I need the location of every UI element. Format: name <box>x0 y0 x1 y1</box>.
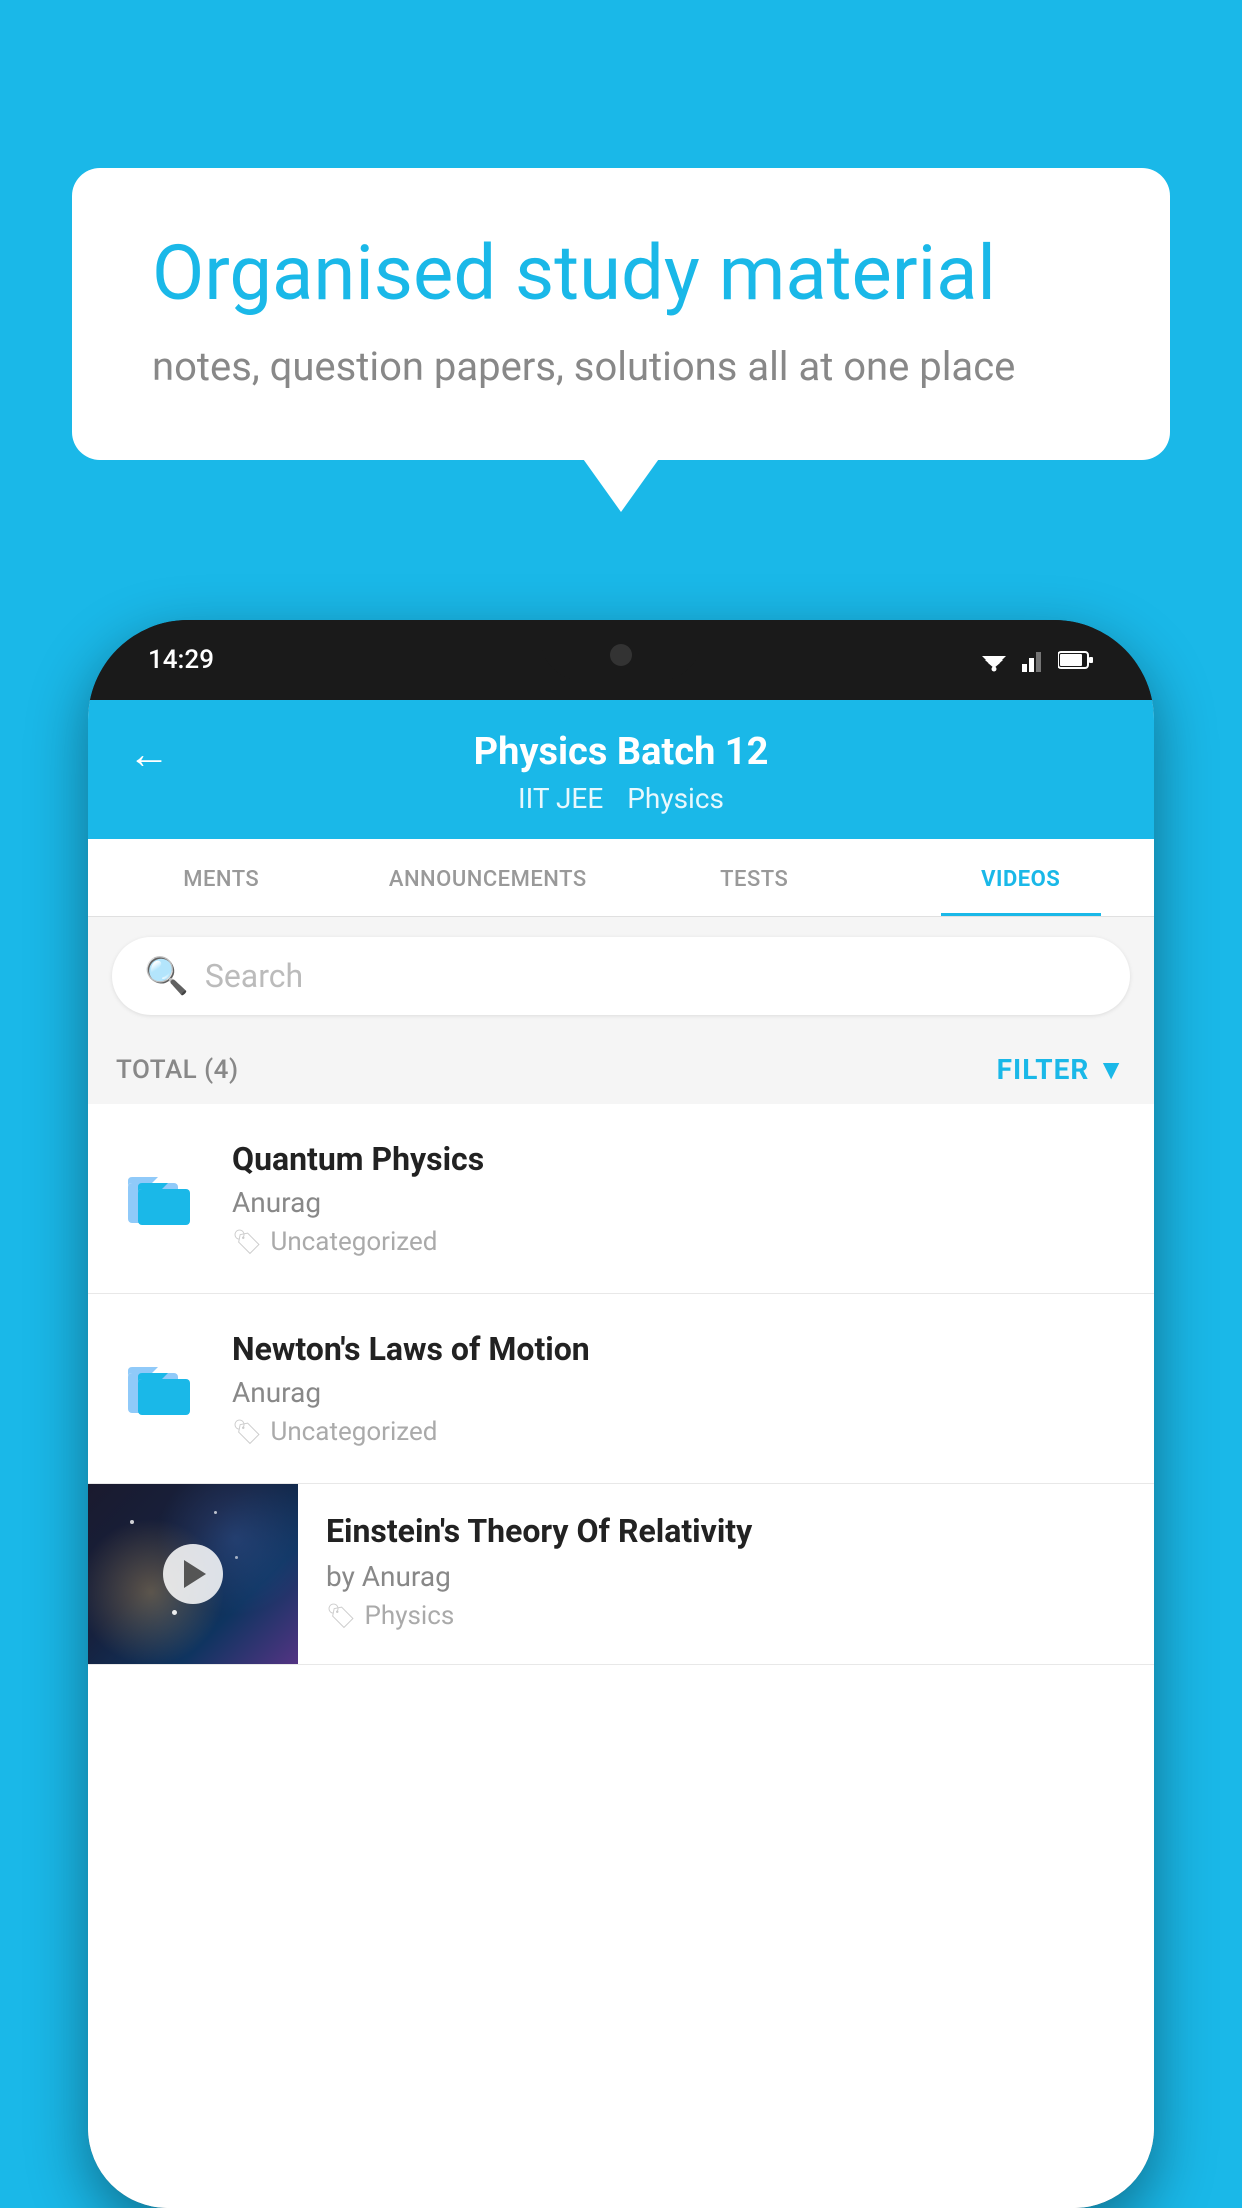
filter-bar: TOTAL (4) FILTER ▼ <box>88 1035 1154 1104</box>
item-tag: 🏷 Uncategorized <box>232 1417 1126 1447</box>
item-info: Newton's Laws of Motion Anurag 🏷 Uncateg… <box>232 1330 1126 1447</box>
phone-frame: 14:29 <box>88 620 1154 2208</box>
tab-announcements[interactable]: ANNOUNCEMENTS <box>355 839 622 916</box>
video-tag: 🏷 Physics <box>326 1601 1126 1631</box>
speech-bubble: Organised study material notes, question… <box>72 168 1170 460</box>
tag-label: Uncategorized <box>270 1227 437 1257</box>
video-info: Einstein's Theory Of Relativity by Anura… <box>298 1484 1154 1659</box>
item-author: Anurag <box>232 1376 1126 1409</box>
header-subtitles: IIT JEE Physics <box>518 782 724 815</box>
status-icons <box>978 648 1094 672</box>
search-bar[interactable]: 🔍 Search <box>112 937 1130 1015</box>
tag-icon: 🏷 <box>232 1418 262 1446</box>
item-title: Newton's Laws of Motion <box>232 1330 1126 1368</box>
tag-label: Uncategorized <box>270 1417 437 1447</box>
wifi-icon <box>978 648 1010 672</box>
app-header: ← Physics Batch 12 IIT JEE Physics <box>88 700 1154 839</box>
camera-dot <box>610 644 632 666</box>
item-info: Quantum Physics Anurag 🏷 Uncategorized <box>232 1140 1126 1257</box>
search-icon: 🔍 <box>144 955 189 997</box>
play-triangle-icon <box>184 1560 206 1588</box>
tabs-bar: MENTS ANNOUNCEMENTS TESTS VIDEOS <box>88 839 1154 917</box>
filter-label: FILTER <box>997 1053 1090 1086</box>
header-subtitle-2: Physics <box>627 782 724 815</box>
bubble-title: Organised study material <box>152 228 1090 319</box>
battery-icon <box>1058 650 1094 670</box>
header-subtitle-1: IIT JEE <box>518 782 603 815</box>
list-item[interactable]: Quantum Physics Anurag 🏷 Uncategorized <box>88 1104 1154 1294</box>
tag-label: Physics <box>364 1601 454 1631</box>
search-input[interactable]: Search <box>205 957 303 995</box>
tab-videos[interactable]: VIDEOS <box>888 839 1155 916</box>
filter-icon: ▼ <box>1097 1053 1126 1086</box>
tab-ments[interactable]: MENTS <box>88 839 355 916</box>
phone-screen: ← Physics Batch 12 IIT JEE Physics MENTS… <box>88 700 1154 2208</box>
filter-button[interactable]: FILTER ▼ <box>997 1053 1126 1086</box>
video-author: by Anurag <box>326 1560 1126 1593</box>
tag-icon: 🏷 <box>232 1228 262 1256</box>
list-item-video[interactable]: Einstein's Theory Of Relativity by Anura… <box>88 1484 1154 1665</box>
list-item[interactable]: Newton's Laws of Motion Anurag 🏷 Uncateg… <box>88 1294 1154 1484</box>
content-list: Quantum Physics Anurag 🏷 Uncategorized <box>88 1104 1154 2208</box>
folder-icon <box>116 1155 204 1243</box>
header-top: ← Physics Batch 12 <box>128 730 1114 774</box>
item-tag: 🏷 Uncategorized <box>232 1227 1126 1257</box>
video-title: Einstein's Theory Of Relativity <box>326 1512 1126 1550</box>
tag-icon: 🏷 <box>326 1602 356 1630</box>
status-bar: 14:29 <box>88 620 1154 700</box>
folder-icon <box>116 1345 204 1433</box>
video-thumbnail <box>88 1484 298 1664</box>
status-time: 14:29 <box>148 645 214 675</box>
tab-tests[interactable]: TESTS <box>621 839 888 916</box>
play-button[interactable] <box>163 1544 223 1604</box>
item-title: Quantum Physics <box>232 1140 1126 1178</box>
total-count: TOTAL (4) <box>116 1055 239 1085</box>
search-container: 🔍 Search <box>88 917 1154 1035</box>
speech-bubble-container: Organised study material notes, question… <box>72 168 1170 460</box>
item-author: Anurag <box>232 1186 1126 1219</box>
header-title: Physics Batch 12 <box>474 730 769 774</box>
bubble-subtitle: notes, question papers, solutions all at… <box>152 343 1090 390</box>
signal-icon <box>1022 648 1046 672</box>
phone-notch <box>541 620 701 680</box>
back-button[interactable]: ← <box>128 730 170 779</box>
